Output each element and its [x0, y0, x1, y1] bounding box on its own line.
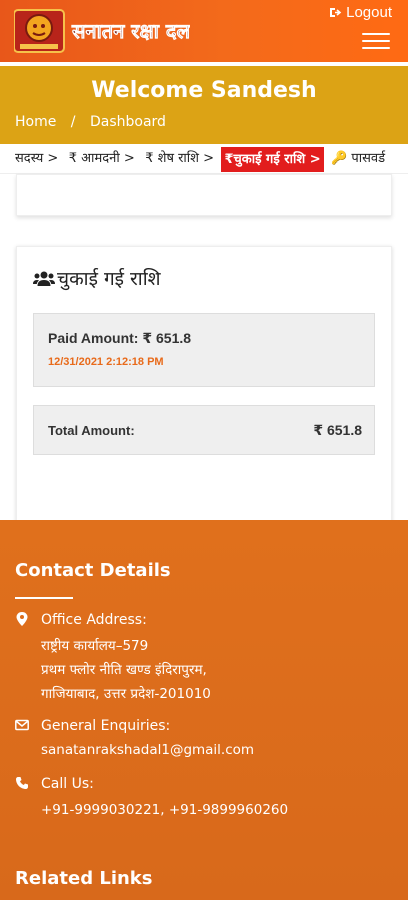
paid-amount-card: चुकाई गई राशि Paid Amount: ₹ 651.8 12/31…: [16, 246, 392, 536]
card-title-text: चुकाई गई राशि: [57, 268, 161, 290]
office-line-3: गाजियाबाद, उत्तर प्रदेश-201010: [41, 686, 211, 702]
office-line-1: राष्ट्रीय कार्यालय–579: [41, 638, 149, 654]
site-logo[interactable]: सनातन रक्षा दल: [14, 8, 190, 54]
users-icon: [33, 271, 55, 286]
tab-paid-amount[interactable]: ₹चुकाई गई राशि >: [221, 147, 324, 172]
breadcrumb: Home / Dashboard: [15, 114, 176, 130]
paid-amount-line: Paid Amount: ₹ 651.8: [48, 330, 192, 346]
general-enquiries: General Enquiries: sanatanrakshadal1@gma…: [15, 718, 395, 764]
breadcrumb-separator: /: [70, 114, 76, 130]
welcome-banner: Welcome Sandesh Home / Dashboard: [0, 66, 408, 144]
office-label: Office Address:: [41, 612, 147, 628]
tab-income[interactable]: ₹ आमदनी >: [66, 146, 138, 172]
office-line-2: प्रथम फ्लोर नीति खण्ड इंदिरापुरम,: [41, 662, 207, 678]
contact-heading-underline: [15, 597, 73, 599]
page-title: Welcome Sandesh: [91, 78, 317, 103]
paid-date: 12/31/2021 2:12:18 PM: [48, 356, 164, 368]
phone-icon: [16, 777, 28, 789]
footer: Contact Details Office Address: राष्ट्री…: [0, 520, 408, 900]
nav-tabs: सदस्य > ₹ आमदनी > ₹ शेष राशि > ₹चुकाई गई…: [0, 146, 408, 174]
empty-card: [16, 174, 392, 216]
envelope-icon: [15, 719, 29, 731]
office-address: Office Address: राष्ट्रीय कार्यालय–579 प…: [15, 612, 395, 702]
related-links-heading: Related Links: [15, 868, 153, 889]
enquiry-email[interactable]: sanatanrakshadal1@gmail.com: [41, 738, 254, 762]
logout-icon: [330, 8, 342, 17]
map-marker-icon: [16, 612, 28, 626]
paid-entry: Paid Amount: ₹ 651.8 12/31/2021 2:12:18 …: [33, 313, 375, 387]
enquiry-label: General Enquiries:: [41, 718, 171, 734]
svg-text:सनातन रक्षा दल: सनातन रक्षा दल: [71, 19, 190, 43]
tab-password[interactable]: 🔑 पासवर्ड: [328, 146, 388, 172]
tab-balance[interactable]: ₹ शेष राशि >: [142, 146, 217, 172]
card-title: चुकाई गई राशि: [33, 265, 161, 291]
header-divider: [0, 62, 408, 65]
logout-label: Logout: [346, 4, 392, 21]
tab-members[interactable]: सदस्य >: [0, 146, 61, 172]
total-value: ₹ 651.8: [313, 422, 362, 438]
breadcrumb-home[interactable]: Home: [15, 114, 56, 130]
call-numbers[interactable]: +91-9999030221, +91-9899960260: [41, 798, 288, 822]
menu-icon[interactable]: [362, 33, 390, 49]
contact-heading: Contact Details: [15, 560, 171, 581]
logout-link[interactable]: Logout: [329, 4, 392, 21]
call-us: Call Us: +91-9999030221, +91-9899960260: [15, 776, 395, 822]
total-label: Total Amount:: [48, 423, 135, 438]
total-entry: Total Amount: ₹ 651.8: [33, 405, 375, 455]
breadcrumb-dashboard: Dashboard: [89, 114, 166, 130]
app-header: सनातन रक्षा दल Logout: [0, 0, 408, 64]
call-label: Call Us:: [41, 776, 94, 792]
